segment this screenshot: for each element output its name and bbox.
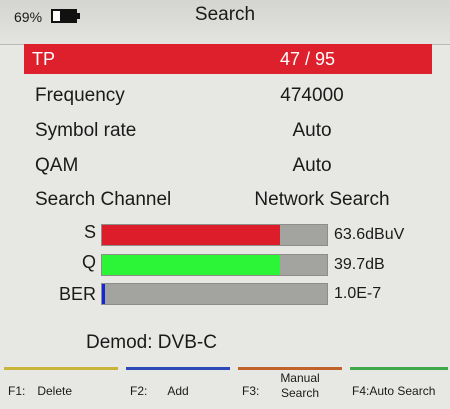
signal-strength-value: 63.6dBuV [334, 226, 405, 243]
frequency-label: Frequency [35, 85, 125, 106]
status-bar: 69% Search [0, 0, 450, 45]
f4-label: F4:Auto Search [352, 384, 436, 398]
f2-key: F2: [130, 384, 148, 398]
signal-strength-fill [102, 225, 280, 245]
signal-quality-label: Q [81, 252, 96, 272]
signal-strength-label: S [83, 222, 96, 242]
f1-label: Delete [37, 384, 73, 398]
f1-delete-button[interactable]: F1: Delete [8, 384, 72, 398]
f3-color-line [238, 367, 342, 370]
battery-percent: 69% [14, 9, 43, 25]
f3-manual-search-button[interactable]: F3: [242, 384, 265, 398]
f3-label: Manual Search [280, 371, 320, 400]
f1-color-line [4, 367, 118, 370]
tp-value[interactable]: 47 / 95 [280, 49, 335, 70]
tp-label: TP [32, 49, 56, 69]
signal-quality-value: 39.7dB [334, 256, 385, 273]
f2-label: Add [167, 384, 189, 398]
battery-level-fill [59, 11, 75, 21]
f1-key: F1: [8, 384, 26, 398]
f2-add-button[interactable]: F2: Add [130, 384, 189, 398]
frequency-value[interactable]: 474000 [232, 85, 392, 107]
ber-value: 1.0E-7 [334, 285, 382, 302]
search-channel-label: Search Channel [35, 189, 172, 210]
f3-key: F3: [242, 384, 260, 398]
signal-quality-bar [101, 254, 328, 276]
demod-info: Demod: DVB-C [86, 332, 217, 353]
signal-quality-fill [102, 255, 280, 275]
symbol-rate-label: Symbol rate [35, 120, 137, 141]
tp-row[interactable]: TP 47 / 95 [24, 44, 432, 74]
symbol-rate-value[interactable]: Auto [232, 120, 392, 142]
ber-label: BER [58, 284, 96, 304]
f4-color-line [350, 367, 448, 370]
ber-fill [102, 284, 105, 304]
f2-color-line [126, 367, 230, 370]
qam-label: QAM [35, 155, 79, 176]
battery-nub [77, 13, 80, 19]
qam-value[interactable]: Auto [232, 155, 392, 177]
ber-bar [101, 283, 328, 305]
f4-auto-search-button[interactable]: F4:Auto Search [352, 384, 435, 398]
battery-icon [51, 9, 77, 23]
page-title: Search [194, 4, 256, 25]
search-channel-value[interactable]: Network Search [232, 189, 412, 211]
signal-strength-bar [101, 224, 328, 246]
